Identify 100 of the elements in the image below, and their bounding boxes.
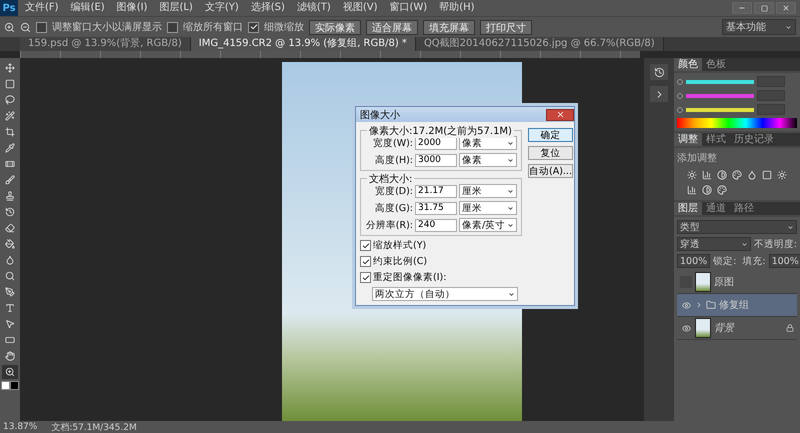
input-field[interactable]: 240 bbox=[415, 218, 457, 232]
caret-icon bbox=[785, 24, 792, 30]
maximize-button[interactable] bbox=[754, 2, 774, 14]
zoom-icon[interactable] bbox=[2, 365, 18, 379]
layer-thumbnail bbox=[695, 318, 711, 338]
field-label: 宽度(D): bbox=[374, 184, 413, 198]
workspace-dropdown[interactable]: 基本功能 bbox=[722, 19, 796, 35]
panel-tab[interactable]: 颜色 bbox=[674, 58, 702, 71]
dialog-button[interactable]: 复位 bbox=[528, 146, 573, 160]
option-button[interactable]: 适合屏幕 bbox=[366, 20, 418, 34]
checkbox[interactable] bbox=[360, 256, 371, 267]
menu-item[interactable]: 选择(S) bbox=[246, 1, 290, 15]
checkbox[interactable] bbox=[360, 272, 371, 283]
checkbox-label: 调整窗口大小以满屏显示 bbox=[52, 20, 162, 34]
radio-icon[interactable] bbox=[677, 92, 683, 98]
menu-item[interactable]: 图像(I) bbox=[112, 1, 152, 15]
unit-dropdown[interactable]: 像素/英寸 bbox=[459, 218, 517, 232]
adjustment-icon[interactable] bbox=[777, 170, 787, 180]
panel-tab[interactable]: 图层 bbox=[674, 202, 702, 215]
color-slider[interactable] bbox=[686, 80, 754, 84]
method-dropdown[interactable]: 两次立方（自动） bbox=[372, 287, 518, 301]
dialog-button[interactable]: 确定 bbox=[528, 128, 573, 142]
menu-item[interactable]: 编辑(E) bbox=[66, 1, 110, 15]
adjustment-icon[interactable] bbox=[732, 170, 742, 180]
input-field[interactable]: 2000 bbox=[415, 136, 457, 150]
history-icon[interactable] bbox=[650, 64, 668, 80]
dialog-button[interactable]: 自动(A)... bbox=[528, 164, 573, 178]
checkbox[interactable] bbox=[167, 22, 178, 32]
layer-name: 背景 bbox=[714, 322, 736, 335]
menu-item[interactable]: 文字(Y) bbox=[200, 1, 244, 15]
menu-item[interactable]: 窗口(W) bbox=[384, 1, 432, 15]
document-tab[interactable]: IMG_4159.CR2 @ 13.9% (修复组, RGB/8) * bbox=[190, 37, 416, 51]
panel-tab[interactable]: 色板 bbox=[702, 58, 730, 71]
panel-tab[interactable]: 调整 bbox=[674, 133, 702, 146]
value-field[interactable] bbox=[757, 104, 785, 115]
panel-subtitle: 添加调整 bbox=[677, 152, 718, 165]
option-button[interactable]: 打印尺寸 bbox=[480, 20, 532, 34]
caret-icon bbox=[507, 188, 514, 194]
radio-icon[interactable] bbox=[677, 106, 683, 112]
opacity-field[interactable]: 100% bbox=[677, 254, 710, 268]
play-icon[interactable] bbox=[650, 86, 668, 102]
zoom-out-icon[interactable] bbox=[20, 22, 31, 32]
minimize-button[interactable] bbox=[732, 2, 752, 14]
input-field[interactable]: 21.17 bbox=[415, 184, 457, 198]
opacity-label: 不透明度: bbox=[754, 238, 797, 250]
eye-icon bbox=[682, 324, 690, 332]
adjustment-icon[interactable] bbox=[717, 185, 727, 195]
fill-field[interactable]: 100% bbox=[768, 254, 800, 268]
group-title: 像素大小:17.2M(之前为57.1M) bbox=[367, 124, 514, 138]
zoom-in-icon[interactable] bbox=[4, 22, 15, 32]
close-icon bbox=[556, 110, 564, 119]
adjustment-icon[interactable] bbox=[702, 185, 712, 195]
layer-name: 修复组 bbox=[719, 299, 750, 312]
field-label: 高度(H): bbox=[374, 154, 413, 166]
close-button[interactable] bbox=[546, 108, 574, 120]
adjustment-icon[interactable] bbox=[687, 170, 697, 180]
adjustment-icon[interactable] bbox=[702, 170, 712, 180]
field-label: 分辨率(R): bbox=[365, 218, 413, 232]
blend-mode-dropdown[interactable]: 穿透 bbox=[677, 237, 751, 251]
menu-item[interactable]: 滤镜(T) bbox=[292, 1, 336, 15]
checkbox[interactable] bbox=[248, 22, 259, 32]
adjustment-icon[interactable] bbox=[717, 170, 727, 180]
lock-label: 锁定: bbox=[713, 254, 736, 268]
checkbox[interactable] bbox=[36, 22, 47, 32]
option-button[interactable]: 实际像素 bbox=[309, 20, 361, 34]
expand-icon[interactable] bbox=[695, 301, 703, 309]
menu-item[interactable]: 文件(F) bbox=[20, 1, 64, 15]
unit-dropdown[interactable]: 厘米 bbox=[459, 184, 517, 198]
value-field[interactable] bbox=[757, 90, 785, 101]
menu-item[interactable]: 图层(L) bbox=[154, 1, 198, 15]
color-slider[interactable] bbox=[686, 108, 754, 112]
layer-row[interactable]: 背景 bbox=[677, 317, 797, 340]
document-tab[interactable]: 159.psd @ 13.9%(背景, RGB/8) bbox=[20, 37, 191, 51]
input-field[interactable]: 3000 bbox=[415, 154, 457, 166]
adjustment-icon[interactable] bbox=[687, 185, 697, 195]
eye-icon bbox=[682, 300, 690, 310]
filter-dropdown[interactable]: 类型 bbox=[677, 220, 797, 234]
close-icon bbox=[782, 4, 790, 12]
color-slider[interactable] bbox=[686, 94, 754, 98]
layer-row[interactable]: 原图 bbox=[677, 271, 797, 294]
document-tab[interactable]: QQ截图20140627115026.jpg @ 66.7%(RGB/8) bbox=[416, 37, 664, 51]
unit-dropdown[interactable]: 像素 bbox=[459, 153, 517, 167]
checkbox-label: 重定图像像素(I): bbox=[373, 271, 446, 284]
radio-icon[interactable] bbox=[677, 78, 683, 84]
unit-dropdown[interactable]: 厘米 bbox=[459, 201, 517, 215]
option-button[interactable]: 填充屏幕 bbox=[423, 20, 475, 34]
panel-tab[interactable]: 样式 bbox=[702, 133, 730, 146]
color-spectrum[interactable] bbox=[677, 118, 797, 128]
menu-item[interactable]: 视图(V) bbox=[338, 1, 382, 15]
layer-row[interactable]: 修复组 bbox=[677, 294, 797, 317]
value-field[interactable] bbox=[757, 76, 785, 87]
checkbox-label: 缩放所有窗口 bbox=[183, 20, 243, 34]
input-field[interactable]: 31.75 bbox=[415, 202, 457, 214]
menu-item[interactable]: 帮助(H) bbox=[434, 1, 480, 15]
panel-tab[interactable]: 路径 bbox=[730, 202, 758, 215]
panel-tab[interactable]: 通道 bbox=[702, 202, 730, 215]
checkbox[interactable] bbox=[360, 240, 371, 251]
panel-tab[interactable]: 历史记录 bbox=[730, 133, 778, 146]
foreground-swatch[interactable] bbox=[1, 381, 10, 390]
caret-icon bbox=[740, 240, 748, 248]
